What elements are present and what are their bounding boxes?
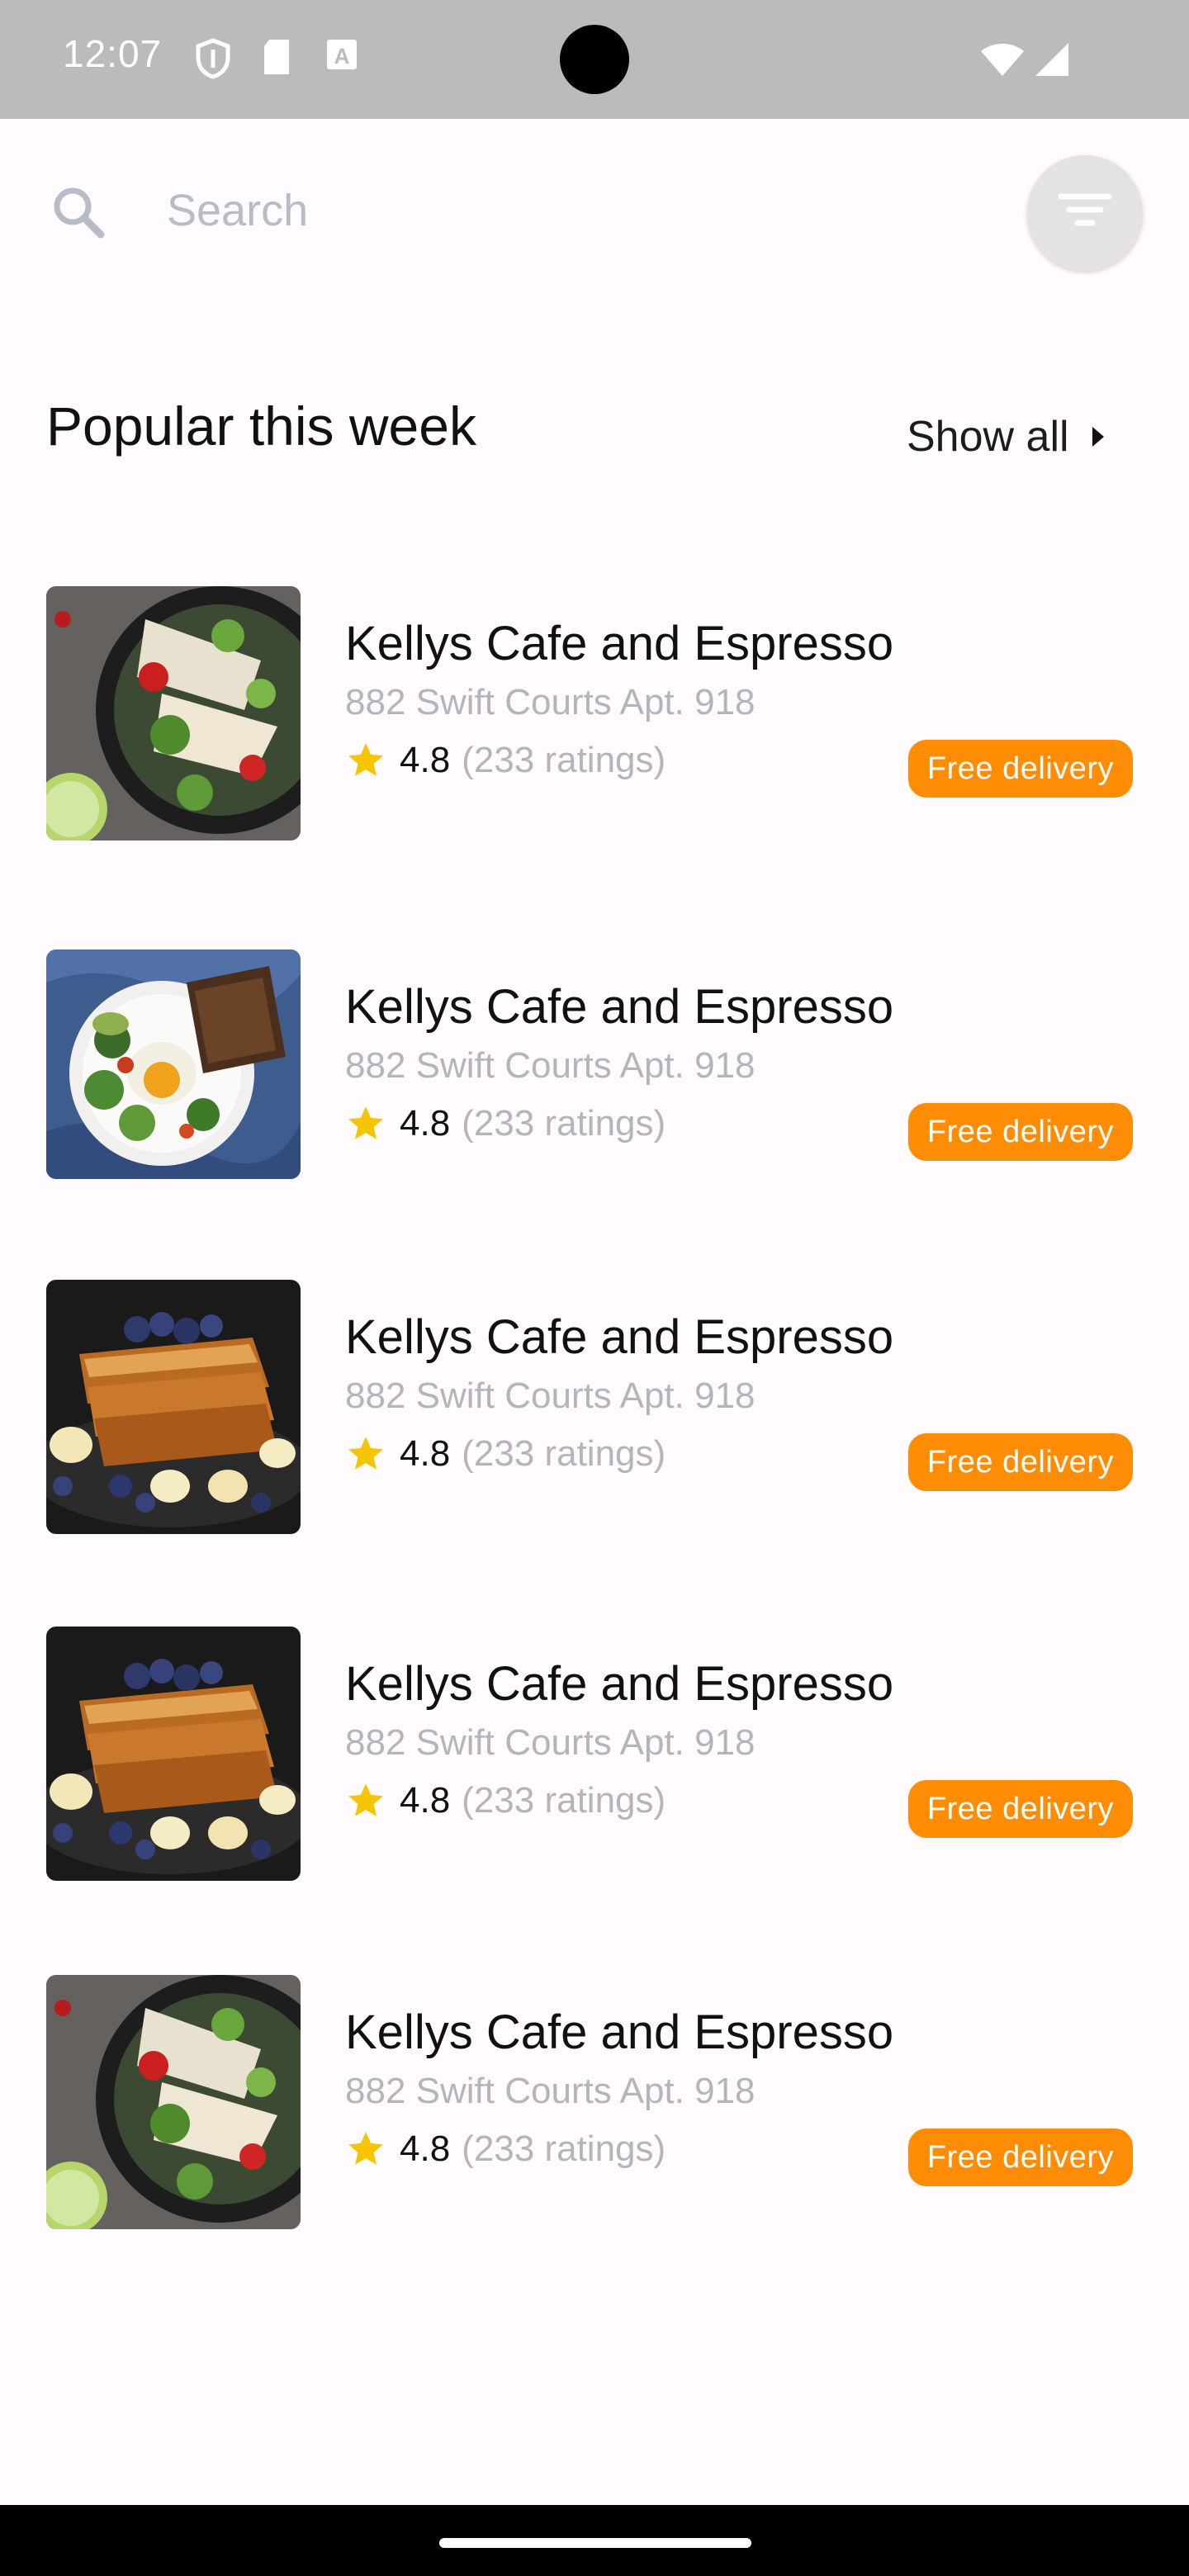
restaurant-image [46, 1975, 301, 2229]
restaurant-card[interactable]: Kellys Cafe and Espresso 882 Swift Court… [46, 1975, 1144, 2231]
filter-icon [1058, 193, 1112, 226]
free-delivery-badge: Free delivery [908, 1103, 1133, 1161]
rating-value: 4.8 [400, 2129, 451, 2169]
restaurant-image [46, 1280, 301, 1534]
navigation-bar [0, 2505, 1189, 2576]
sd-card-icon [261, 38, 292, 80]
show-all-button[interactable]: Show all [907, 408, 1104, 466]
svg-text:A: A [334, 44, 350, 69]
free-delivery-badge: Free delivery [908, 1433, 1133, 1491]
show-all-label: Show all [907, 413, 1069, 461]
rating-count: (233 ratings) [462, 740, 666, 780]
rating-value: 4.8 [400, 740, 451, 780]
restaurant-address: 882 Swift Courts Apt. 918 [345, 1722, 756, 1763]
rating-count: (233 ratings) [462, 1433, 666, 1474]
rating-count: (233 ratings) [462, 2129, 666, 2169]
free-delivery-badge: Free delivery [908, 2129, 1133, 2186]
restaurant-address: 882 Swift Courts Apt. 918 [345, 682, 756, 722]
rating-value: 4.8 [400, 1433, 451, 1474]
status-time: 12:07 [63, 32, 163, 75]
star-icon [348, 743, 383, 776]
restaurant-name: Kellys Cafe and Espresso [345, 980, 894, 1034]
chevron-right-icon [1092, 427, 1104, 447]
wifi-icon [979, 41, 1026, 82]
rating-value: 4.8 [400, 1103, 451, 1144]
restaurant-card[interactable]: Kellys Cafe and Espresso 882 Swift Court… [46, 1627, 1144, 1882]
restaurant-name: Kellys Cafe and Espresso [345, 1310, 894, 1364]
rating-count: (233 ratings) [462, 1103, 666, 1144]
rating-count: (233 ratings) [462, 1780, 666, 1821]
restaurant-name: Kellys Cafe and Espresso [345, 2005, 894, 2059]
rating-row: 4.8 (233 ratings) [345, 2129, 666, 2170]
search-bar [0, 119, 1189, 309]
rating-row: 4.8 (233 ratings) [345, 1433, 666, 1475]
restaurant-card[interactable]: Kellys Cafe and Espresso 882 Swift Court… [46, 949, 1144, 1205]
free-delivery-badge: Free delivery [908, 1780, 1133, 1838]
shield-icon [195, 38, 231, 83]
restaurant-image [46, 1627, 301, 1881]
restaurant-image [46, 949, 301, 1179]
signal-icon [1034, 41, 1070, 82]
star-icon [348, 2132, 383, 2165]
a-badge-icon: A [325, 38, 358, 75]
section-title: Popular this week [46, 395, 476, 457]
restaurant-address: 882 Swift Courts Apt. 918 [345, 2071, 756, 2111]
rating-row: 4.8 (233 ratings) [345, 1780, 666, 1821]
search-icon[interactable] [50, 183, 107, 245]
filter-button[interactable] [1027, 155, 1143, 271]
restaurant-list-screen: 12:07 A Search Popular this week Show al… [0, 0, 1189, 2576]
status-bar: 12:07 A [0, 0, 1189, 119]
rating-row: 4.8 (233 ratings) [345, 740, 666, 781]
camera-cutout [560, 25, 629, 94]
restaurant-card[interactable]: Kellys Cafe and Espresso 882 Swift Court… [46, 586, 1144, 842]
star-icon [348, 1783, 383, 1816]
restaurant-address: 882 Swift Courts Apt. 918 [345, 1376, 756, 1416]
restaurant-name: Kellys Cafe and Espresso [345, 617, 894, 670]
free-delivery-badge: Free delivery [908, 740, 1133, 798]
home-indicator[interactable] [439, 2538, 751, 2548]
rating-row: 4.8 (233 ratings) [345, 1103, 666, 1144]
star-icon [348, 1106, 383, 1139]
restaurant-address: 882 Swift Courts Apt. 918 [345, 1045, 756, 1086]
restaurant-card[interactable]: Kellys Cafe and Espresso 882 Swift Court… [46, 1280, 1144, 1536]
rating-value: 4.8 [400, 1780, 451, 1821]
restaurant-name: Kellys Cafe and Espresso [345, 1657, 894, 1711]
restaurant-image [46, 586, 301, 841]
star-icon [348, 1437, 383, 1470]
search-input[interactable] [165, 177, 978, 244]
